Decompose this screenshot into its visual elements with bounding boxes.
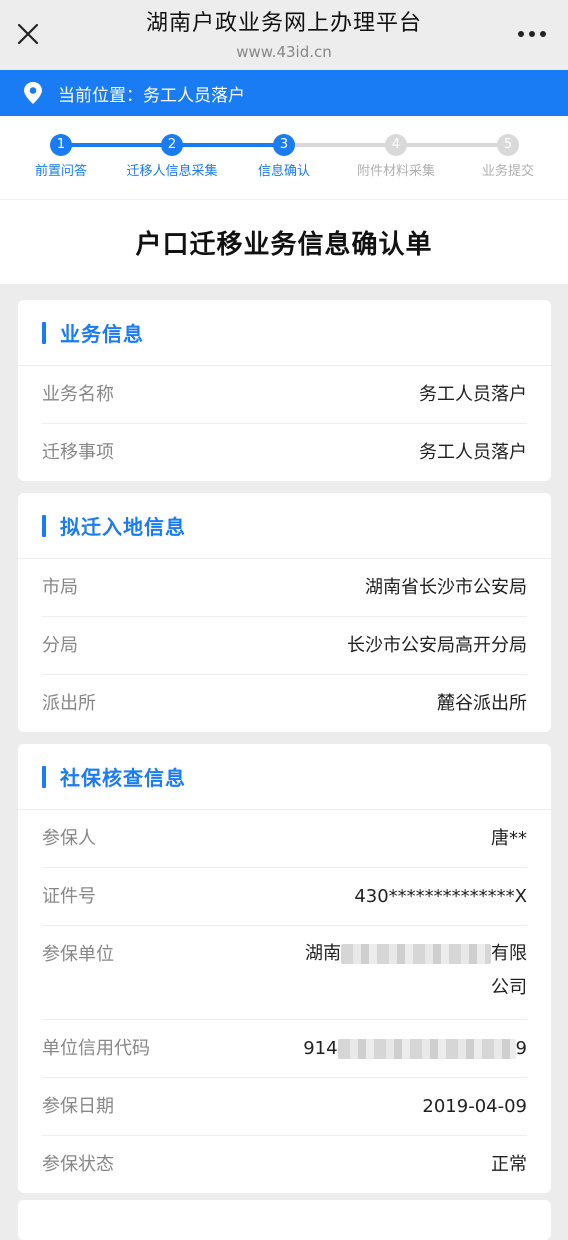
page-title: 户口迁移业务信息确认单 [135, 229, 433, 260]
row-value: 麓谷派出所 [437, 693, 527, 714]
step-4-dot: 4 [385, 134, 407, 156]
unit-name-suffix: 有限 [491, 943, 527, 964]
row-label: 市局 [42, 577, 78, 598]
app-title: 湖南户政业务网上办理平台 [145, 11, 422, 36]
credit-code-prefix: 914 [303, 1038, 338, 1059]
title-bar: 湖南户政业务网上办理平台 www.43id.cn [0, 0, 568, 70]
card-header: 拟迁入地信息 [18, 493, 551, 559]
card-header: 社保核查信息 [18, 744, 551, 810]
info-row: 参保单位 湖南 有限 公司 [42, 926, 527, 1020]
section-accent-bar [42, 321, 46, 344]
info-row: 分局 长沙市公安局高开分局 [42, 617, 527, 675]
row-value: 430**************X [354, 886, 527, 907]
step-5-label: 业务提交 [481, 164, 534, 179]
page-header: 户口迁移业务信息确认单 [0, 200, 568, 284]
unit-name-prefix: 湖南 [305, 943, 341, 964]
destination-info-card: 拟迁入地信息 市局 湖南省长沙市公安局 分局 长沙市公安局高开分局 派出所 麓谷… [18, 493, 551, 732]
unit-name-line2: 公司 [491, 977, 527, 998]
info-row: 参保状态 正常 [42, 1136, 527, 1193]
card-header: 业务信息 [18, 300, 551, 366]
row-value: 914 9 [303, 1034, 527, 1063]
step-5: 5 业务提交 [458, 134, 558, 179]
step-4-label: 附件材料采集 [356, 164, 435, 179]
redacted-blur [337, 1039, 516, 1059]
row-label: 业务名称 [42, 384, 114, 405]
row-label: 单位信用代码 [42, 1038, 150, 1059]
step-1-dot: 1 [50, 134, 72, 156]
close-button[interactable] [12, 18, 44, 50]
section-title: 业务信息 [60, 322, 144, 346]
step-2-label: 迁移人信息采集 [126, 164, 218, 179]
info-row: 单位信用代码 914 9 [42, 1020, 527, 1078]
step-1-label: 前置问答 [34, 164, 87, 179]
next-card-partial [18, 1200, 551, 1240]
row-value: 正常 [491, 1154, 527, 1175]
step-2: 2 迁移人信息采集 [122, 134, 222, 179]
step-4: 4 附件材料采集 [346, 134, 446, 179]
row-value: 湖南 有限 公司 [305, 937, 527, 1005]
title-block: 湖南户政业务网上办理平台 www.43id.cn [80, 8, 488, 62]
step-3-dot: 3 [273, 134, 295, 156]
row-value: 务工人员落户 [419, 442, 527, 463]
row-label: 参保人 [42, 828, 96, 849]
step-2-dot: 2 [161, 134, 183, 156]
app-url: www.43id.cn [236, 43, 332, 61]
section-accent-bar [42, 765, 46, 788]
location-pin-icon [22, 81, 44, 105]
row-value: 2019-04-09 [422, 1096, 527, 1117]
redacted-blur [341, 944, 491, 964]
row-value: 湖南省长沙市公安局 [365, 577, 527, 598]
row-label: 参保状态 [42, 1154, 114, 1175]
info-row: 迁移事项 务工人员落户 [42, 424, 527, 481]
step-1: 1 前置问答 [11, 134, 111, 179]
row-value: 务工人员落户 [419, 384, 527, 405]
business-info-card: 业务信息 业务名称 务工人员落户 迁移事项 务工人员落户 [18, 300, 551, 481]
social-security-card: 社保核查信息 参保人 唐** 证件号 430**************X 参保… [18, 744, 551, 1193]
info-row: 派出所 麓谷派出所 [42, 675, 527, 732]
step-5-dot: 5 [497, 134, 519, 156]
info-row: 参保日期 2019-04-09 [42, 1078, 527, 1136]
progress-steps: 1 前置问答 2 迁移人信息采集 3 信息确认 4 附件材料采集 5 业务提交 [0, 116, 568, 200]
row-label: 分局 [42, 635, 78, 656]
credit-code-suffix: 9 [515, 1038, 527, 1059]
row-label: 证件号 [42, 886, 96, 907]
row-value: 唐** [491, 828, 527, 849]
close-icon [17, 23, 39, 45]
info-row: 业务名称 务工人员落户 [42, 366, 527, 424]
info-row: 参保人 唐** [42, 810, 527, 868]
section-title: 社保核查信息 [60, 766, 186, 790]
row-value: 长沙市公安局高开分局 [347, 635, 527, 656]
row-label: 迁移事项 [42, 442, 114, 463]
location-text: 当前位置：务工人员落户 [58, 85, 245, 106]
info-row: 市局 湖南省长沙市公安局 [42, 559, 527, 617]
info-row: 证件号 430**************X [42, 868, 527, 926]
section-title: 拟迁入地信息 [60, 515, 186, 539]
step-3-label: 信息确认 [257, 164, 310, 179]
section-accent-bar [42, 514, 46, 537]
row-label: 派出所 [42, 693, 96, 714]
more-icon [518, 31, 546, 37]
step-3: 3 信息确认 [234, 134, 334, 179]
location-bar: 当前位置：务工人员落户 [0, 70, 568, 116]
more-button[interactable] [516, 22, 548, 46]
row-label: 参保单位 [42, 944, 114, 965]
row-label: 参保日期 [42, 1096, 114, 1117]
